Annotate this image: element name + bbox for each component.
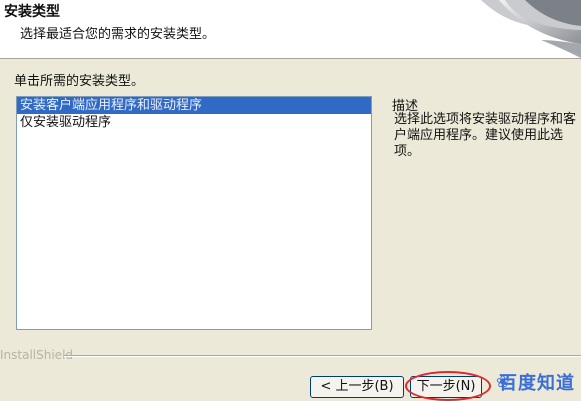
list-item-client-and-driver[interactable]: 安装客户端应用程序和驱动程序 bbox=[17, 97, 371, 114]
page-title: 安装类型 bbox=[4, 4, 60, 20]
footer-divider bbox=[64, 355, 581, 357]
instruction-label: 单击所需的安装类型。 bbox=[14, 74, 145, 89]
baidu-zhidao-watermark: ❀ 百度知道 bbox=[492, 370, 581, 401]
page-subtitle: 选择最适合您的需求的安装类型。 bbox=[20, 27, 216, 42]
back-button[interactable]: < 上一步(B) bbox=[310, 376, 404, 398]
next-button[interactable]: 下一步(N) bbox=[410, 376, 482, 398]
description-text: 选择此选项将安装驱动程序和客户端应用程序。建议使用此选项。 bbox=[394, 112, 577, 159]
list-item-driver-only[interactable]: 仅安装驱动程序 bbox=[17, 114, 371, 131]
watermark-text: 百度知道 bbox=[499, 373, 575, 394]
header-curl-graphic bbox=[481, 0, 581, 58]
dialog-header: 安装类型 选择最适合您的需求的安装类型。 bbox=[0, 0, 581, 59]
installshield-brand: InstallShield bbox=[0, 348, 74, 362]
setup-type-list[interactable]: 安装客户端应用程序和驱动程序 仅安装驱动程序 bbox=[16, 96, 372, 330]
